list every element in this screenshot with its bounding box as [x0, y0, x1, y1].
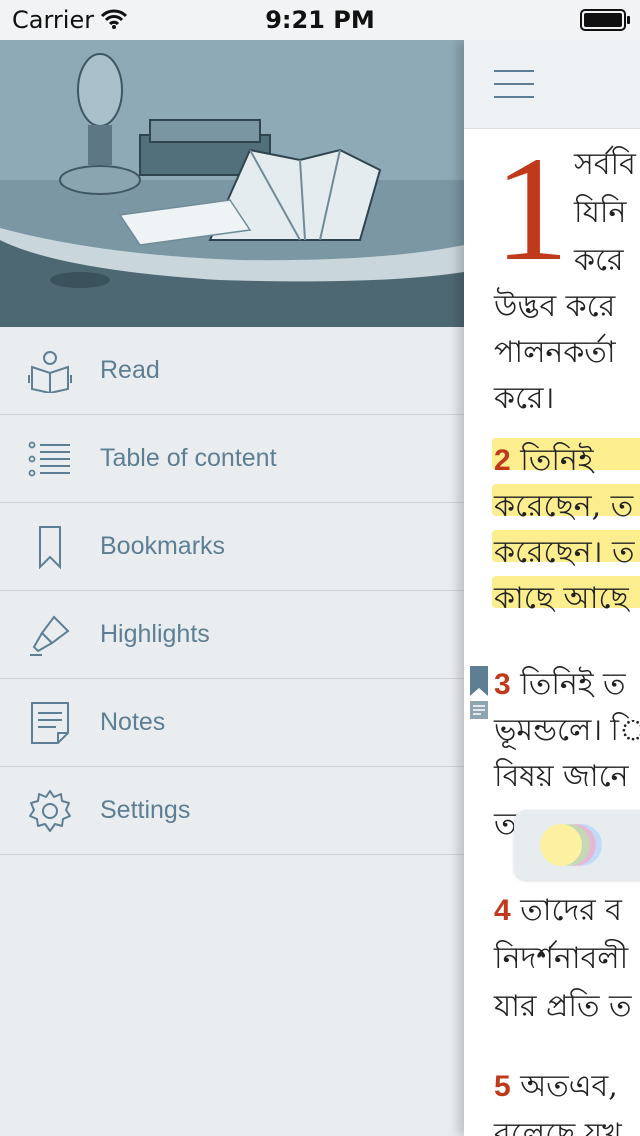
menu-list: Read Table of content Bookmarks Highligh…	[0, 327, 464, 855]
verse-bookmark-icon[interactable]	[470, 666, 488, 696]
text-line: সর্ববি	[574, 147, 636, 182]
menu-item-bookmarks[interactable]: Bookmarks	[0, 503, 464, 591]
color-swatch-yellow[interactable]	[540, 824, 582, 866]
header-illustration	[0, 40, 464, 327]
text-fragment: অতএব,	[520, 1069, 618, 1104]
highlight-color-picker[interactable]	[514, 810, 640, 880]
verse-line: 2 তিনিই	[494, 436, 594, 478]
verse-number: 2	[494, 444, 511, 477]
highlighter-icon	[30, 614, 70, 656]
text-line: উদ্ভব করে	[494, 289, 616, 324]
menu-label-settings: Settings	[100, 796, 191, 824]
text-line: করেছেন, ত	[494, 489, 634, 524]
text-fragment: তাদের ব	[520, 893, 622, 928]
note-icon	[31, 701, 69, 744]
list-icon	[28, 441, 70, 476]
menu-item-settings[interactable]: Settings	[0, 767, 464, 855]
text-line: যার প্রতি ত	[494, 989, 632, 1024]
verse-line: 5 অতএব,	[494, 1062, 618, 1104]
verse-number: 3	[494, 668, 511, 701]
text-line: কাছে আছে	[494, 581, 629, 616]
hamburger-menu-icon[interactable]	[494, 70, 534, 98]
text-line: বলেছে যখ	[494, 1117, 622, 1136]
text-line: বিষয় জানে	[494, 759, 629, 794]
text-fragment: তিনিই ত	[520, 667, 626, 702]
bookmark-icon	[39, 525, 61, 569]
gear-icon	[29, 789, 71, 832]
verse-number: 4	[494, 894, 511, 927]
reader-page[interactable]: 1 সর্ববি যিনি করে উদ্ভব করে পালনকর্তা কর…	[464, 40, 640, 1136]
menu-item-notes[interactable]: Notes	[0, 679, 464, 767]
menu-label-highlights: Highlights	[100, 620, 210, 648]
text-line: করে।	[494, 381, 555, 416]
menu-item-table-of-content[interactable]: Table of content	[0, 415, 464, 503]
menu-label-table-of-content: Table of content	[100, 444, 277, 472]
text-fragment: তিনিই	[520, 443, 594, 478]
menu-item-highlights[interactable]: Highlights	[0, 591, 464, 679]
menu-label-notes: Notes	[100, 708, 166, 736]
book-reader-icon	[28, 350, 72, 393]
text-line: করে	[574, 243, 624, 278]
clock: 9:21 PM	[265, 6, 375, 34]
verse-line: 3 তিনিই ত	[494, 660, 626, 702]
text-line: করেছেন। ত	[494, 535, 635, 570]
menu-label-read: Read	[100, 356, 160, 384]
menu-label-bookmarks: Bookmarks	[100, 532, 226, 560]
battery-icon	[580, 9, 630, 31]
status-bar: Carrier 9:21 PM	[0, 0, 640, 40]
menu-item-read[interactable]: Read	[0, 327, 464, 415]
side-menu: Read Table of content Bookmarks Highligh…	[0, 40, 464, 1136]
chapter-number: 1	[494, 126, 569, 292]
text-line: যিনি	[574, 195, 627, 230]
text-line: ভূমন্ডলে। ি	[494, 713, 640, 748]
reader-toolbar	[464, 40, 640, 129]
verse-line: 4 তাদের ব	[494, 886, 622, 928]
verse-number: 5	[494, 1070, 511, 1103]
verse-note-icon[interactable]	[469, 700, 489, 720]
text-line: নিদর্শনাবলী	[494, 941, 629, 976]
text-line: পালনকর্তা	[494, 335, 616, 370]
